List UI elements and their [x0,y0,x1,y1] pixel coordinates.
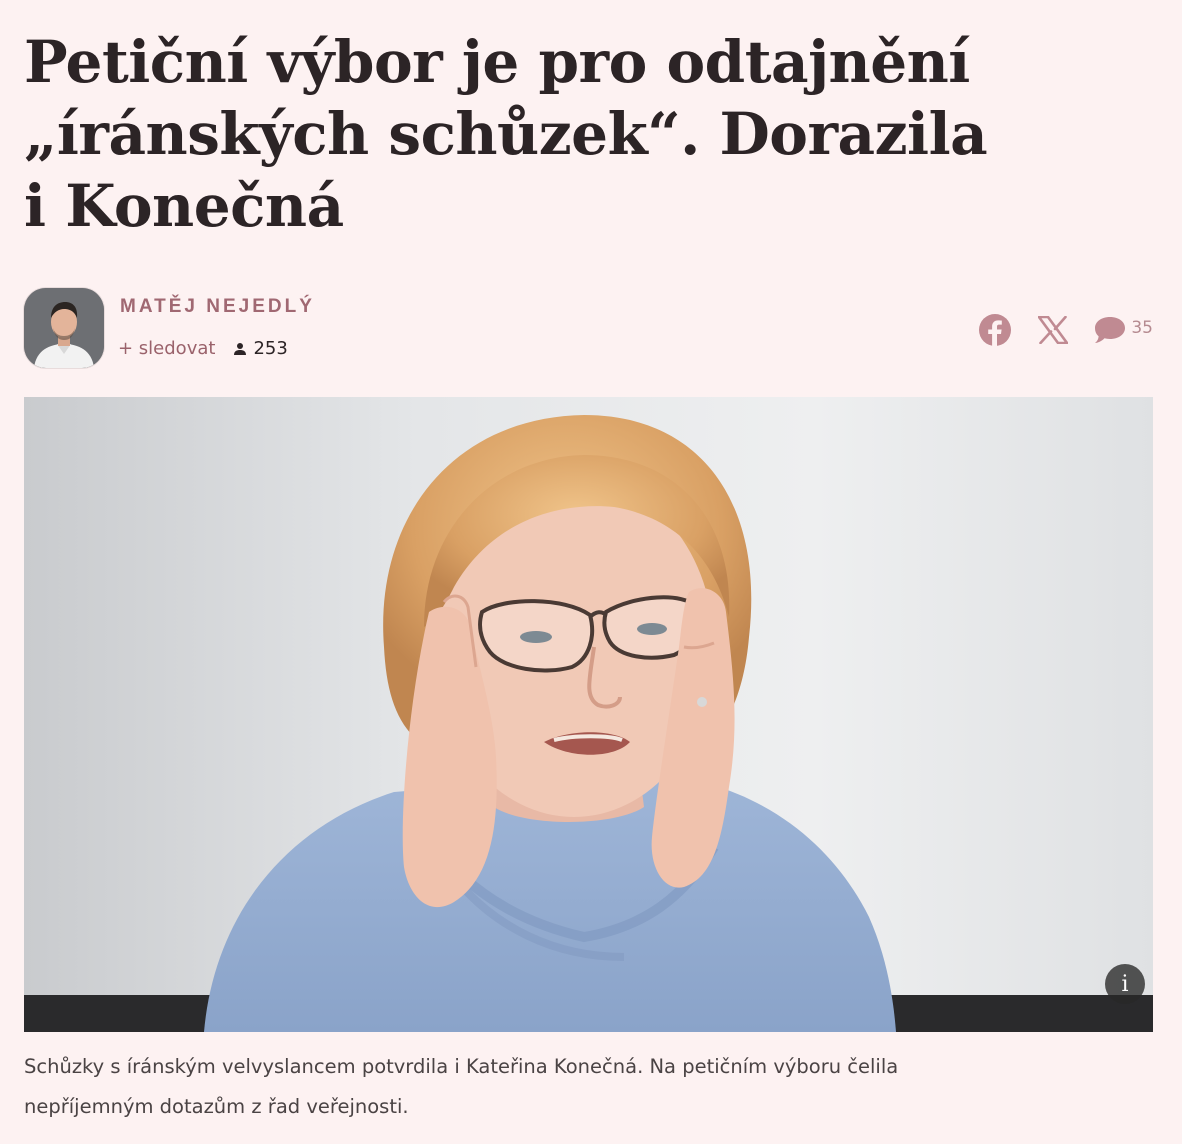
photo-illustration [24,397,1153,1032]
person-icon [234,342,247,355]
comments-link[interactable]: 35 [1093,315,1153,345]
followers-count: 253 [233,338,288,359]
followers-number: 253 [253,338,288,359]
follow-button[interactable]: + sledovat [118,338,215,359]
article-photo[interactable]: i [24,397,1153,1032]
comment-icon [1095,317,1126,343]
info-button[interactable]: i [1105,964,1145,1004]
photo-caption: Schůzky s íránským velvyslancem potvrdil… [24,1055,899,1118]
author-actions: + sledovat 253 [118,338,288,359]
author-bar: MATĚJ NEJEDLÝ + sledovat 253 35 [24,288,1153,372]
x-icon[interactable] [1035,312,1071,348]
author-avatar[interactable] [24,288,104,368]
comment-count: 35 [1131,318,1153,338]
share-bar: 35 [977,312,1153,348]
author-name[interactable]: MATĚJ NEJEDLÝ [120,296,315,318]
facebook-icon[interactable] [977,312,1013,348]
author-portrait [24,288,104,368]
article-headline: Petiční výbor je pro odtajnění „íránskýc… [24,28,988,240]
